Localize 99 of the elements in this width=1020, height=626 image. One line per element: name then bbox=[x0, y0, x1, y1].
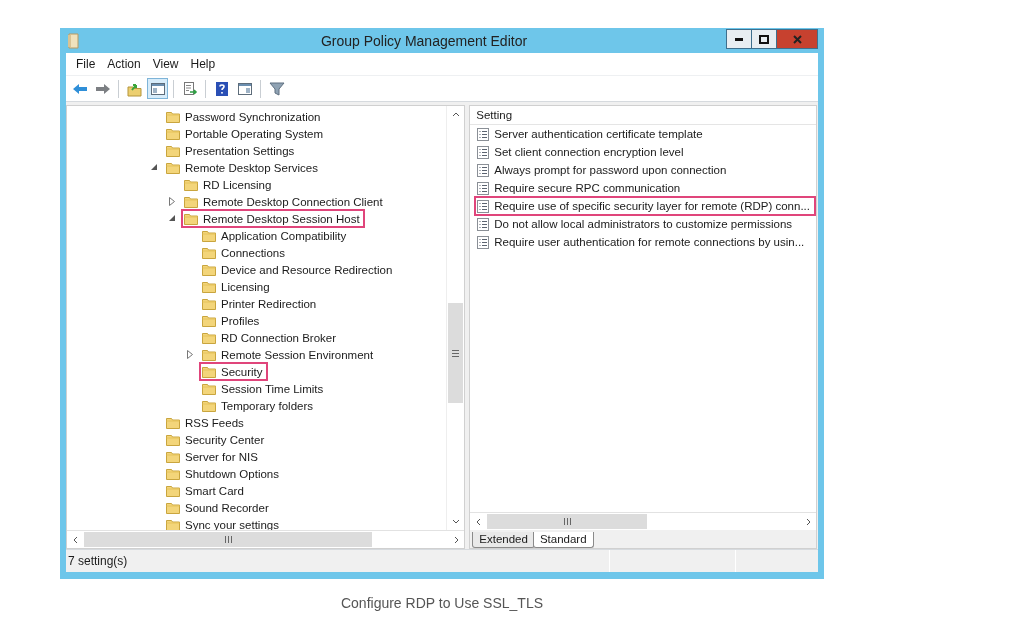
tree-item[interactable]: Sync your settings bbox=[185, 518, 279, 530]
folder-icon bbox=[166, 110, 180, 123]
grip-icon bbox=[223, 536, 233, 543]
tree-item[interactable]: RSS Feeds bbox=[185, 416, 244, 429]
minimize-icon bbox=[735, 37, 743, 41]
tree-item[interactable]: Smart Card bbox=[185, 484, 244, 497]
setting-item[interactable]: Set client connection encryption level bbox=[494, 146, 684, 158]
folder-icon bbox=[202, 263, 216, 276]
setting-item[interactable]: Require use of specific security layer for remote (RDP) conn... bbox=[494, 200, 810, 212]
view-tab[interactable]: Extended bbox=[472, 532, 535, 548]
folder-icon bbox=[166, 501, 180, 514]
scroll-thumb[interactable] bbox=[448, 303, 464, 403]
close-icon bbox=[792, 34, 802, 44]
setting-item[interactable]: Require secure RPC communication bbox=[494, 182, 681, 194]
tree-item[interactable]: Portable Operating System bbox=[185, 127, 324, 140]
minimize-button[interactable] bbox=[726, 29, 752, 49]
grip-icon bbox=[562, 518, 572, 525]
setting-item[interactable]: Do not allow local administrators to customize permissions bbox=[494, 218, 793, 230]
folder-icon bbox=[202, 365, 216, 378]
folder-icon bbox=[166, 433, 180, 446]
folder-icon bbox=[202, 314, 216, 327]
grip-icon bbox=[452, 348, 460, 358]
setting-item[interactable]: Server authentication certificate template bbox=[494, 128, 703, 140]
tree-item[interactable]: Remote Desktop Session Host bbox=[203, 212, 360, 225]
setting-icon bbox=[477, 181, 490, 195]
export-list-icon bbox=[181, 80, 198, 97]
menu-item[interactable]: Help bbox=[184, 57, 222, 71]
menu-item[interactable]: View bbox=[146, 57, 185, 71]
collapsed-arrow-icon[interactable] bbox=[169, 197, 175, 206]
tree-item[interactable]: Shutdown Options bbox=[185, 467, 279, 480]
maximize-icon bbox=[759, 34, 769, 44]
setting-icon bbox=[477, 217, 490, 231]
tree-item[interactable]: Security Center bbox=[185, 433, 265, 446]
tree-item[interactable]: Application Compatibility bbox=[221, 229, 347, 242]
expanded-arrow-icon[interactable] bbox=[168, 215, 176, 222]
tree-item[interactable]: Presentation Settings bbox=[185, 144, 295, 157]
tree-item[interactable]: Remote Session Environment bbox=[221, 348, 374, 361]
panel-button[interactable] bbox=[147, 78, 168, 99]
setting-icon bbox=[477, 235, 490, 249]
panel-icon bbox=[149, 80, 166, 97]
folder-icon bbox=[184, 178, 198, 191]
scroll-thumb[interactable] bbox=[487, 514, 648, 529]
folder-icon bbox=[166, 144, 180, 157]
setting-icon bbox=[477, 127, 490, 141]
setting-icon bbox=[477, 145, 490, 159]
folder-icon bbox=[166, 450, 180, 463]
folder-icon bbox=[202, 331, 216, 344]
tree-item[interactable]: Temporary folders bbox=[221, 399, 314, 412]
folder-icon bbox=[202, 229, 216, 242]
folder-icon bbox=[166, 467, 180, 480]
folder-icon bbox=[202, 382, 216, 395]
tree-item[interactable]: RD Licensing bbox=[203, 178, 272, 191]
menu-item[interactable]: File bbox=[70, 57, 102, 71]
folder-icon bbox=[202, 348, 216, 361]
tree-item[interactable]: Profiles bbox=[221, 314, 260, 327]
app-icon bbox=[67, 32, 81, 49]
tree-item[interactable]: Password Synchronization bbox=[185, 110, 321, 123]
folder-icon bbox=[184, 212, 198, 225]
folder-icon bbox=[166, 161, 180, 174]
tree-item[interactable]: Licensing bbox=[221, 280, 270, 293]
setting-icon bbox=[477, 163, 490, 177]
folder-icon bbox=[202, 246, 216, 259]
folder-icon bbox=[166, 484, 180, 497]
scroll-thumb[interactable] bbox=[84, 532, 372, 547]
tree-item[interactable]: Printer Redirection bbox=[221, 297, 317, 310]
tree-item[interactable]: Security bbox=[221, 365, 263, 378]
filter-icon bbox=[268, 80, 285, 97]
tree-item[interactable]: Session Time Limits bbox=[221, 382, 324, 395]
column-header[interactable]: Setting bbox=[476, 109, 513, 121]
folder-icon bbox=[166, 518, 180, 530]
collapsed-arrow-icon[interactable] bbox=[187, 350, 193, 359]
expanded-arrow-icon[interactable] bbox=[150, 164, 158, 171]
tree-item[interactable]: Sound Recorder bbox=[185, 501, 269, 514]
folder-icon bbox=[184, 195, 198, 208]
menu-item[interactable]: Action bbox=[101, 57, 147, 71]
vertical-scrollbar[interactable] bbox=[446, 106, 465, 530]
tree-item[interactable]: Remote Desktop Services bbox=[185, 161, 318, 174]
tree-item[interactable]: Device and Resource Redirection bbox=[221, 263, 393, 276]
setting-item[interactable]: Always prompt for password upon connection bbox=[494, 164, 727, 176]
tree-item[interactable]: Remote Desktop Connection Client bbox=[203, 195, 383, 208]
maximize-button[interactable] bbox=[751, 29, 777, 49]
folder-icon bbox=[166, 416, 180, 429]
image-caption: Configure RDP to Use SSL_TLS bbox=[340, 595, 544, 611]
folder-icon bbox=[166, 127, 180, 140]
window-title: Group Policy Management Editor bbox=[319, 32, 529, 49]
help-icon bbox=[213, 80, 230, 97]
folder-icon bbox=[202, 297, 216, 310]
tree-item[interactable]: Server for NIS bbox=[185, 450, 258, 463]
tree-item[interactable]: Connections bbox=[221, 246, 285, 259]
horizontal-scrollbar[interactable] bbox=[470, 512, 816, 530]
folder-icon bbox=[202, 280, 216, 293]
setting-icon bbox=[477, 199, 490, 213]
horizontal-scrollbar[interactable] bbox=[67, 530, 465, 548]
setting-item[interactable]: Require user authentication for remote connections by usin... bbox=[494, 236, 805, 248]
panel-icon bbox=[236, 80, 253, 97]
tree-item[interactable]: RD Connection Broker bbox=[221, 331, 337, 344]
status-text: 7 setting(s) bbox=[66, 550, 610, 572]
view-tab[interactable]: Standard bbox=[532, 532, 594, 548]
folder-icon bbox=[202, 399, 216, 412]
